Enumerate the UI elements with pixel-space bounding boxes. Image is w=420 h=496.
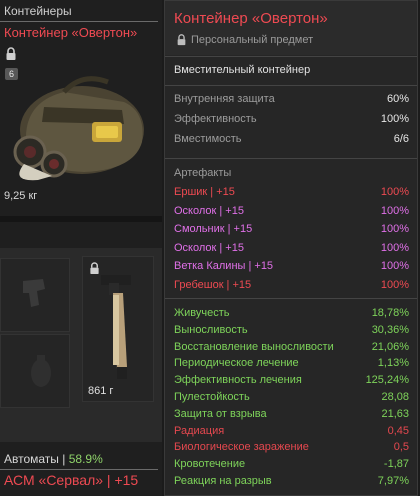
weapon-item-icon — [101, 275, 131, 379]
inventory-slot[interactable] — [0, 334, 70, 408]
artifact-value: 100% — [380, 241, 409, 254]
stat-value: 0,45 — [387, 424, 409, 437]
tooltip-divider — [165, 298, 417, 299]
weapon-category-label: Автоматы | — [4, 452, 69, 466]
stat-label: Живучесть — [174, 307, 230, 319]
artifact-label: Осколок | +15 — [174, 204, 244, 217]
tooltip-title: Контейнер «Овертон» — [174, 10, 328, 27]
property-value: 6/6 — [393, 133, 409, 145]
weapon-category-row: Автоматы | 58.9% — [4, 452, 103, 466]
stat-row: Биологическое заражение 0,5 — [174, 441, 409, 458]
stat-row: Кровотечение -1,87 — [174, 458, 409, 475]
artifact-row: Смольник | +15 100% — [174, 223, 409, 240]
grenade-item-icon — [31, 355, 51, 387]
stat-value: 30,36% — [371, 323, 409, 336]
category-underline — [0, 469, 158, 470]
item-weight: 9,25 кг — [4, 190, 38, 202]
stat-value: 0,5 — [393, 441, 409, 454]
artifact-row: Гребешок | +15 100% — [174, 279, 409, 296]
item-tooltip: Контейнер «Овертон» Персональный предмет… — [164, 0, 418, 496]
artifact-label: Смольник | +15 — [174, 223, 253, 235]
artifact-value: 100% — [380, 278, 409, 291]
item-type: Вместительный контейнер — [174, 64, 311, 76]
inventory-panel: Контейнеры Контейнер «Овертон» 6 9,25 кг — [0, 0, 162, 496]
section-divider — [0, 216, 162, 222]
stat-value: 125,24% — [365, 374, 409, 387]
stat-row: Пулестойкость 28,08 — [174, 391, 409, 408]
tooltip-divider — [165, 85, 417, 86]
property-row: Внутренняя защита 60% — [174, 93, 409, 110]
stat-value: 28,08 — [381, 391, 409, 403]
weapon-category-percent: 58.9% — [68, 452, 103, 466]
stat-label: Биологическое заражение — [174, 441, 309, 454]
attachment-item-icon — [23, 279, 45, 307]
artifact-row: Осколок | +15 100% — [174, 205, 409, 222]
property-row: Вместимость 6/6 — [174, 133, 409, 150]
inventory-slot[interactable] — [0, 258, 70, 332]
property-label: Вместимость — [174, 133, 242, 145]
tooltip-subtitle: Персональный предмет — [191, 34, 314, 46]
stat-row: Защита от взрыва 21,63 — [174, 408, 409, 425]
stat-label: Выносливость — [174, 323, 248, 336]
stat-value: 18,78% — [371, 307, 409, 319]
stat-label: Восстановление выносливости — [174, 340, 334, 353]
weapon-weight: 861 г — [88, 385, 114, 397]
selected-item-name[interactable]: Контейнер «Овертон» — [4, 25, 137, 40]
tooltip-divider — [165, 56, 417, 57]
inventory-slot-weapon[interactable] — [82, 256, 154, 402]
stat-row: Живучесть 18,78% — [174, 307, 409, 324]
stat-value: 21,06% — [371, 340, 409, 353]
property-label: Внутренняя защита — [174, 93, 275, 105]
weapon-name[interactable]: АСМ «Сервал» | +15 — [4, 472, 138, 488]
stat-row: Эффективность лечения 125,24% — [174, 374, 409, 391]
stat-row: Периодическое лечение 1,13% — [174, 357, 409, 374]
artifact-label: Гребешок | +15 — [174, 278, 252, 291]
stat-value: 1,13% — [377, 357, 409, 370]
artifact-label: Осколок | +15 — [174, 241, 244, 254]
stat-label: Пулестойкость — [174, 391, 250, 403]
stat-label: Защита от взрыва — [174, 407, 267, 420]
stat-label: Реакция на разрыв — [174, 475, 272, 487]
stat-row: Радиация 0,45 — [174, 425, 409, 442]
artifact-label: Ершик | +15 — [174, 186, 235, 198]
artifacts-title: Артефакты — [174, 167, 232, 179]
category-title: Контейнеры — [4, 4, 72, 18]
artifact-row: Ершик | +15 100% — [174, 186, 409, 203]
artifact-label: Ветка Калины | +15 — [174, 260, 274, 272]
stat-value: -1,87 — [383, 458, 409, 471]
stat-row: Восстановление выносливости 21,06% — [174, 341, 409, 358]
property-row: Эффективность 100% — [174, 113, 409, 130]
stat-value: 21,63 — [381, 407, 409, 420]
tooltip-divider — [165, 158, 417, 159]
lock-icon — [177, 34, 186, 46]
stat-label: Эффективность лечения — [174, 374, 302, 387]
artifact-value: 100% — [380, 223, 409, 235]
stat-label: Радиация — [174, 424, 225, 437]
artifact-row: Осколок | +15 100% — [174, 242, 409, 259]
artifact-value: 100% — [380, 186, 409, 198]
artifact-value: 100% — [380, 204, 409, 217]
container-item-image[interactable] — [4, 52, 154, 187]
artifact-row: Ветка Калины | +15 100% — [174, 260, 409, 277]
category-underline — [0, 21, 158, 22]
stat-value: 7,97% — [377, 475, 409, 487]
property-value: 60% — [386, 93, 409, 105]
property-label: Эффективность — [174, 113, 257, 125]
property-value: 100% — [380, 113, 409, 125]
stat-label: Периодическое лечение — [174, 357, 299, 370]
stat-row: Выносливость 30,36% — [174, 324, 409, 341]
artifact-value: 100% — [380, 260, 409, 272]
stat-label: Кровотечение — [174, 458, 246, 471]
stat-row: Реакция на разрыв 7,97% — [174, 475, 409, 492]
lock-icon — [90, 262, 99, 274]
